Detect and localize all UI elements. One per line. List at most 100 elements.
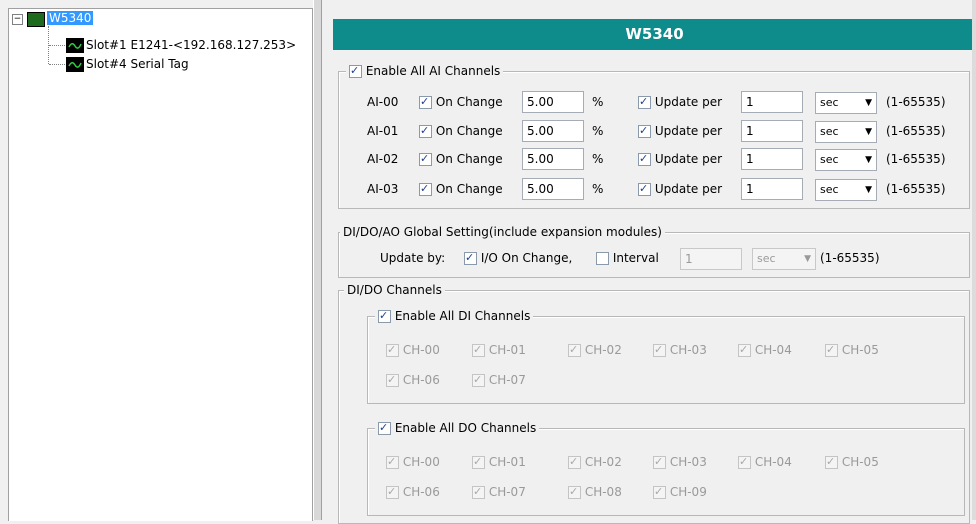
checkbox-icon[interactable] — [472, 342, 485, 358]
checkbox-icon[interactable] — [419, 123, 432, 139]
channel-checkbox[interactable]: CH-06 — [386, 372, 440, 388]
on-change-threshold-input[interactable]: 5.00 — [522, 120, 584, 142]
channel-checkbox[interactable]: CH-01 — [472, 454, 526, 470]
checkbox-icon[interactable] — [386, 372, 399, 388]
period-unit-select[interactable]: sec ▼ — [815, 121, 877, 143]
update-period-input[interactable]: 1 — [741, 148, 803, 170]
checkbox-icon[interactable] — [638, 123, 651, 139]
on-change-checkbox[interactable]: On Change — [419, 94, 503, 110]
channel-checkbox[interactable]: CH-00 — [386, 342, 440, 358]
period-range-label: (1-65535) — [886, 124, 946, 138]
channel-checkbox[interactable]: CH-03 — [653, 454, 707, 470]
tree-root-item[interactable]: W5340 — [47, 9, 94, 27]
interval-unit-select[interactable]: sec ▼ — [752, 248, 816, 270]
update-period-input[interactable]: 1 — [741, 178, 803, 200]
checkbox-icon[interactable] — [653, 342, 666, 358]
channel-checkbox[interactable]: CH-07 — [472, 372, 526, 388]
checkbox-icon[interactable] — [386, 342, 399, 358]
checkbox-icon[interactable] — [419, 94, 432, 110]
io-on-change-label: I/O On Change, — [480, 251, 573, 265]
channel-checkbox[interactable]: CH-08 — [568, 484, 622, 500]
update-per-checkbox[interactable]: Update per — [638, 181, 722, 197]
checkbox-icon[interactable] — [419, 181, 432, 197]
on-change-threshold-input[interactable]: 5.00 — [522, 178, 584, 200]
enable-all-ai-checkbox[interactable]: Enable All AI Channels — [346, 63, 504, 79]
period-range-label: (1-65535) — [886, 95, 946, 109]
channel-checkbox[interactable]: CH-02 — [568, 342, 622, 358]
checkbox-icon[interactable] — [472, 454, 485, 470]
checkbox-icon[interactable] — [638, 151, 651, 167]
channel-checkbox[interactable]: CH-03 — [653, 342, 707, 358]
checkbox-icon[interactable] — [653, 484, 666, 500]
vertical-scrollbar[interactable] — [972, 0, 976, 520]
on-change-label: On Change — [435, 182, 503, 196]
channel-checkbox[interactable]: CH-05 — [825, 454, 879, 470]
interval-checkbox[interactable]: Interval — [596, 250, 659, 266]
chevron-down-icon: ▼ — [804, 254, 811, 264]
tree-root-label: W5340 — [47, 11, 94, 25]
period-unit-select[interactable]: sec ▼ — [815, 149, 877, 171]
update-per-checkbox[interactable]: Update per — [638, 94, 722, 110]
update-per-label: Update per — [654, 152, 723, 166]
on-change-checkbox[interactable]: On Change — [419, 151, 503, 167]
period-unit-select[interactable]: sec ▼ — [815, 92, 877, 114]
checkbox-icon[interactable] — [378, 420, 391, 436]
update-per-checkbox[interactable]: Update per — [638, 151, 722, 167]
period-unit-value: sec — [820, 183, 839, 196]
channel-checkbox[interactable]: CH-00 — [386, 454, 440, 470]
update-period-input[interactable]: 1 — [741, 120, 803, 142]
on-change-checkbox[interactable]: On Change — [419, 181, 503, 197]
checkbox-icon[interactable] — [472, 372, 485, 388]
checkbox-icon[interactable] — [568, 484, 581, 500]
io-on-change-checkbox[interactable]: I/O On Change, — [464, 250, 572, 266]
tree-item-slot1[interactable]: Slot#1 E1241-<192.168.127.253> — [86, 36, 296, 54]
period-unit-select[interactable]: sec ▼ — [815, 179, 877, 201]
enable-all-do-checkbox[interactable]: Enable All DO Channels — [375, 420, 540, 436]
channel-checkbox[interactable]: CH-05 — [825, 342, 879, 358]
panel-splitter[interactable] — [313, 0, 322, 520]
percent-unit-label: % — [592, 152, 604, 166]
checkbox-icon[interactable] — [638, 181, 651, 197]
checkbox-icon[interactable] — [349, 63, 362, 79]
checkbox-icon[interactable] — [419, 151, 432, 167]
tree-item-slot4[interactable]: Slot#4 Serial Tag — [86, 55, 189, 73]
channel-checkbox[interactable]: CH-09 — [653, 484, 707, 500]
module-icon — [66, 38, 84, 53]
checkbox-icon[interactable] — [568, 454, 581, 470]
interval-input[interactable]: 1 — [680, 248, 742, 270]
channel-label: CH-01 — [488, 343, 526, 357]
enable-all-di-checkbox[interactable]: Enable All DI Channels — [375, 308, 534, 324]
channel-checkbox[interactable]: CH-07 — [472, 484, 526, 500]
device-tree[interactable]: − W5340 Slot#1 E1241-<192.168.127.253> S… — [8, 8, 313, 521]
on-change-threshold-input[interactable]: 5.00 — [522, 148, 584, 170]
channel-label: CH-04 — [754, 455, 792, 469]
update-per-checkbox[interactable]: Update per — [638, 123, 722, 139]
checkbox-icon[interactable] — [378, 308, 391, 324]
checkbox-icon[interactable] — [738, 342, 751, 358]
checkbox-icon[interactable] — [472, 484, 485, 500]
channel-checkbox[interactable]: CH-04 — [738, 454, 792, 470]
checkbox-icon[interactable] — [464, 250, 477, 266]
on-change-threshold-input[interactable]: 5.00 — [522, 91, 584, 113]
checkbox-icon[interactable] — [386, 484, 399, 500]
on-change-checkbox[interactable]: On Change — [419, 123, 503, 139]
channel-checkbox[interactable]: CH-06 — [386, 484, 440, 500]
checkbox-icon[interactable] — [596, 252, 609, 265]
update-period-input[interactable]: 1 — [741, 91, 803, 113]
checkbox-icon[interactable] — [825, 454, 838, 470]
channel-checkbox[interactable]: CH-01 — [472, 342, 526, 358]
checkbox-icon[interactable] — [638, 94, 651, 110]
checkbox-icon[interactable] — [386, 454, 399, 470]
on-change-label: On Change — [435, 152, 503, 166]
checkbox-icon[interactable] — [825, 342, 838, 358]
enable-all-ai-label: Enable All AI Channels — [365, 64, 501, 78]
collapse-icon[interactable]: − — [12, 14, 23, 25]
update-by-label: Update by: — [380, 251, 446, 265]
device-icon — [27, 12, 45, 27]
checkbox-icon[interactable] — [738, 454, 751, 470]
channel-checkbox[interactable]: CH-04 — [738, 342, 792, 358]
checkbox-icon[interactable] — [653, 454, 666, 470]
checkbox-icon[interactable] — [568, 342, 581, 358]
channel-checkbox[interactable]: CH-02 — [568, 454, 622, 470]
global-setting-legend: DI/DO/AO Global Setting(include expansio… — [340, 224, 665, 240]
